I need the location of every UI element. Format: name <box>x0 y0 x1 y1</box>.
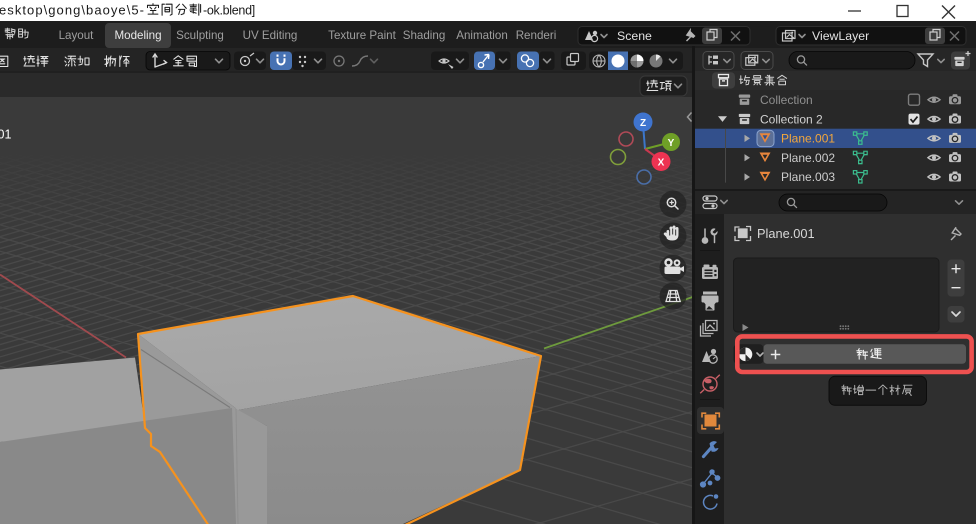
svg-text:Plane.002: Plane.002 <box>781 151 835 165</box>
svg-text:Animation: Animation <box>456 29 508 42</box>
svg-text:Renderi: Renderi <box>516 29 557 42</box>
svg-text:Plane.001: Plane.001 <box>757 226 815 241</box>
svg-text:Plane.001: Plane.001 <box>781 132 835 146</box>
svg-text:X: X <box>658 158 665 169</box>
svg-text:Z: Z <box>640 118 646 129</box>
svg-text:-ok.blend]: -ok.blend] <box>203 4 255 18</box>
svg-text:Layout: Layout <box>59 29 95 42</box>
svg-text:Shading: Shading <box>403 29 446 42</box>
svg-text:ViewLayer: ViewLayer <box>812 29 869 43</box>
svg-text:Plane.003: Plane.003 <box>781 170 835 184</box>
svg-text:.: . <box>910 387 913 399</box>
svg-text:Collection: Collection <box>760 93 813 107</box>
svg-text:UV Editing: UV Editing <box>243 29 298 42</box>
svg-text:Y: Y <box>668 138 675 149</box>
svg-text:Collection 2: Collection 2 <box>760 112 823 126</box>
svg-text:Texture Paint: Texture Paint <box>328 29 396 42</box>
svg-text:esktop\gong\baoye\5-: esktop\gong\baoye\5- <box>0 3 145 18</box>
svg-text:Modeling: Modeling <box>114 29 161 42</box>
svg-text:Scene: Scene <box>617 29 652 43</box>
svg-text:Sculpting: Sculpting <box>176 29 224 42</box>
svg-text:01: 01 <box>0 128 11 142</box>
